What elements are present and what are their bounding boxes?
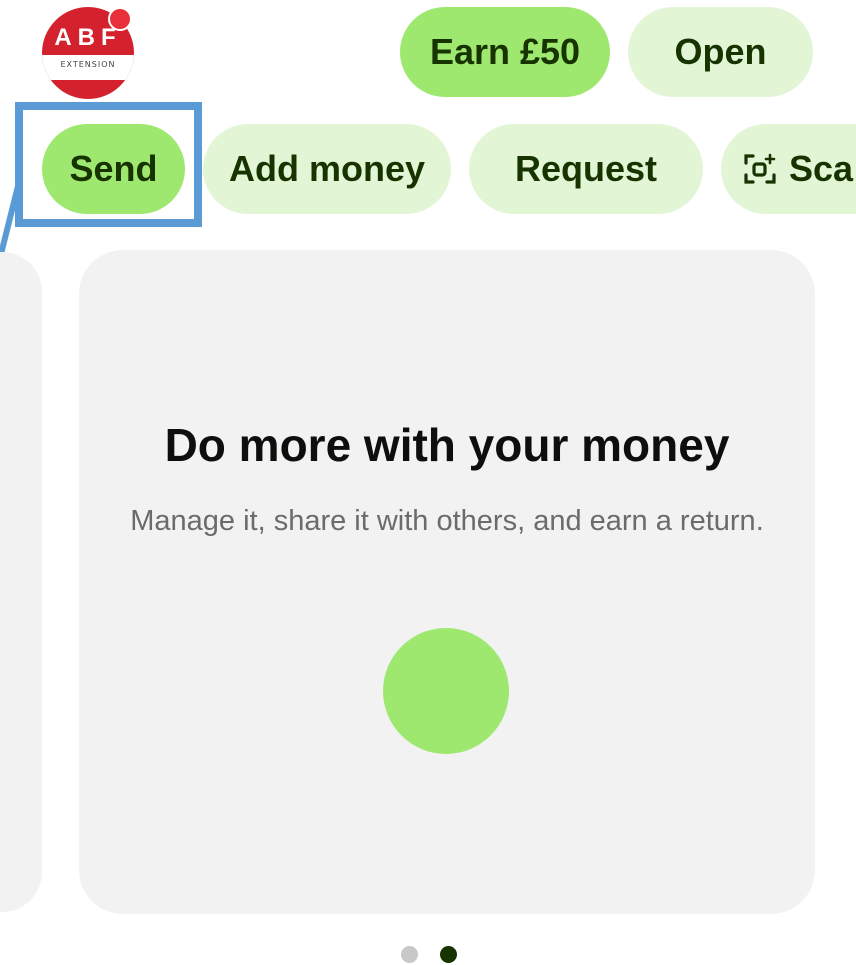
previous-card[interactable] bbox=[0, 252, 42, 912]
earn-reward-label: Earn £50 bbox=[429, 31, 581, 72]
notification-dot bbox=[108, 7, 132, 31]
open-label: Open bbox=[674, 31, 767, 72]
card-title: Do more with your money bbox=[164, 419, 730, 471]
open-button[interactable]: Open bbox=[628, 7, 813, 97]
request-button[interactable]: Request bbox=[469, 124, 703, 214]
carousel-dot-1[interactable] bbox=[401, 946, 418, 963]
scan-label: Sca bbox=[789, 148, 854, 189]
request-label: Request bbox=[514, 148, 658, 189]
card-illustration bbox=[383, 628, 509, 754]
card-description: Manage it, share it with others, and ear… bbox=[130, 505, 764, 537]
promo-card[interactable]: Do more with your money Manage it, share… bbox=[79, 250, 815, 914]
scan-button[interactable]: Sca bbox=[721, 124, 856, 214]
highlight-pointer-line bbox=[0, 177, 23, 259]
carousel-dot-2-active[interactable] bbox=[440, 946, 457, 963]
home-screen: ABF EXTENSION Earn £50 Open Send Add mon… bbox=[0, 0, 856, 965]
avatar-logo-line bbox=[48, 77, 128, 80]
add-money-button[interactable]: Add money bbox=[203, 124, 451, 214]
avatar-logo-subtext: EXTENSION bbox=[60, 60, 116, 69]
earn-reward-button[interactable]: Earn £50 bbox=[400, 7, 610, 97]
send-highlight-box bbox=[15, 102, 202, 227]
add-money-label: Add money bbox=[228, 148, 425, 189]
scan-icon bbox=[744, 153, 776, 184]
